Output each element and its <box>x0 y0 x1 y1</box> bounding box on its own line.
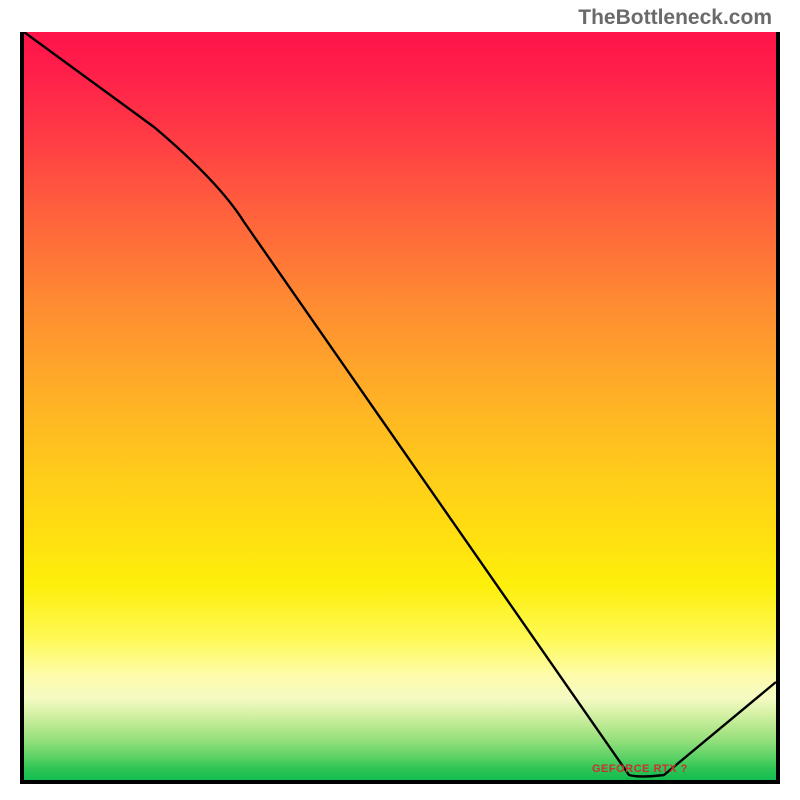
watermark-text: TheBottleneck.com <box>578 6 772 30</box>
chart-annotation-label: GEFORCE RTX ? <box>592 763 688 775</box>
bottleneck-curve <box>24 32 776 780</box>
chart-plot-area: GEFORCE RTX ? <box>20 32 780 784</box>
